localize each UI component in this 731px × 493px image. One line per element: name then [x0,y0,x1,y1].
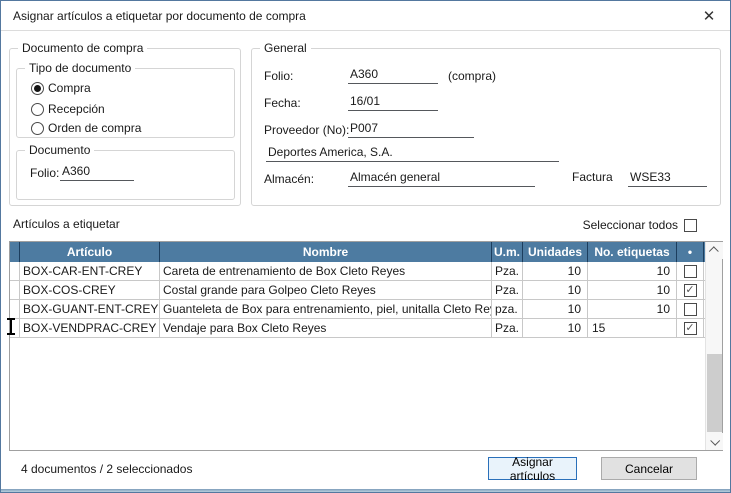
cell-etiquetas[interactable]: 10 [588,300,677,318]
cell-etiquetas[interactable]: 10 [588,281,677,299]
cell-articulo[interactable]: BOX-CAR-ENT-CREY [20,262,160,280]
cell-checkbox[interactable]: ✓ [677,319,704,337]
row-checkbox[interactable]: ✓ [684,322,697,335]
radio-label: Orden de compra [46,121,141,135]
articulos-section-label: Artículos a etiquetar [13,217,120,231]
header-row-selector [10,242,20,262]
group-general: General Folio: A360 (compra) Fecha: 16/0… [251,48,721,206]
close-icon[interactable]: ✕ [688,1,730,30]
cell-articulo[interactable]: BOX-GUANT-ENT-CREY [20,300,160,318]
row-checkbox[interactable] [684,303,697,316]
asignar-articulos-button[interactable]: Asignar artículos [488,457,577,480]
scrollbar-thumb[interactable] [707,354,722,432]
group-tipo-de-documento: Tipo de documento Compra Recepción Orden… [16,68,235,138]
radio-button-icon[interactable] [31,103,44,116]
group-legend: Documento [25,143,94,157]
row-checkbox[interactable] [684,265,697,278]
scroll-down-icon[interactable] [706,433,723,450]
cell-unidades[interactable]: 10 [523,300,588,318]
radio-compra[interactable]: Compra [31,81,91,95]
table-row[interactable]: BOX-COS-CREY Costal grande para Golpeo C… [10,281,722,300]
table-body: BOX-CAR-ENT-CREY Careta de entrenamiento… [10,262,722,338]
row-selector-cell[interactable] [10,281,20,299]
cell-etiquetas[interactable]: 15 [588,319,677,337]
select-all-label: Seleccionar todos [583,218,678,232]
cell-articulo[interactable]: BOX-VENDPRAC-CREY [20,319,160,337]
cell-checkbox[interactable] [677,262,704,280]
articulos-table: Artículo Nombre U.m. Unidades No. etique… [9,241,723,451]
cell-nombre[interactable]: Vendaje para Box Cleto Reyes [160,319,492,337]
group-legend: Documento de compra [18,41,147,55]
proveedor-label: Proveedor (No): [264,123,349,137]
group-documento-de-compra: Documento de compra Tipo de documento Co… [9,48,241,206]
cell-um[interactable]: pza. [492,300,523,318]
cell-um[interactable]: Pza. [492,319,523,337]
fecha-input[interactable]: 16/01 [348,94,438,111]
window-border-accent [1,489,730,492]
radio-recepcion[interactable]: Recepción [31,102,105,116]
vertical-scrollbar[interactable] [705,242,722,450]
cell-nombre[interactable]: Careta de entrenamiento de Box Cleto Rey… [160,262,492,280]
table-row[interactable]: BOX-VENDPRAC-CREY Vendaje para Box Cleto… [10,319,722,338]
group-legend: Tipo de documento [25,61,135,75]
header-nombre[interactable]: Nombre [160,242,492,262]
select-all-control[interactable]: Seleccionar todos [583,218,697,232]
cell-nombre[interactable]: Costal grande para Golpeo Cleto Reyes [160,281,492,299]
cell-um[interactable]: Pza. [492,262,523,280]
row-selector-cell[interactable] [10,300,20,318]
proveedor-input[interactable]: P007 [348,121,474,138]
general-folio-input[interactable]: A360 [348,67,438,84]
cell-um[interactable]: Pza. [492,281,523,299]
group-documento: Documento Folio: A360 Localizar [16,150,235,200]
dialog-title: Asignar artículos a etiquetar por docume… [13,9,306,23]
radio-button-icon[interactable] [31,82,44,95]
cell-checkbox[interactable]: ✓ [677,281,704,299]
scroll-up-icon[interactable] [706,242,723,259]
dialog-window: Asignar artículos a etiquetar por docume… [0,0,731,493]
factura-input[interactable]: WSE33 [628,170,707,187]
cell-etiquetas[interactable]: 10 [588,262,677,280]
cell-articulo[interactable]: BOX-COS-CREY [20,281,160,299]
fecha-label: Fecha: [264,96,301,110]
row-selector-cell[interactable] [10,262,20,280]
cell-checkbox[interactable] [677,300,704,318]
status-text: 4 documentos / 2 seleccionados [21,462,192,476]
radio-orden-de-compra[interactable]: Orden de compra [31,121,141,135]
folio-doc-input[interactable]: A360 [60,164,134,181]
almacen-label: Almacén: [264,172,314,186]
folio-label: Folio: [30,166,59,180]
factura-label: Factura [572,170,613,184]
select-all-checkbox[interactable] [684,219,697,232]
row-checkbox[interactable]: ✓ [684,284,697,297]
title-bar: Asignar artículos a etiquetar por docume… [1,1,730,31]
table-header: Artículo Nombre U.m. Unidades No. etique… [10,242,722,262]
general-folio-suffix: (compra) [448,69,496,83]
radio-label: Compra [46,81,91,95]
radio-label: Recepción [46,102,105,116]
header-bullet[interactable]: • [677,242,704,262]
almacen-input[interactable]: Almacén general [348,170,535,187]
cell-unidades[interactable]: 10 [523,281,588,299]
header-articulo[interactable]: Artículo [20,242,160,262]
group-legend: General [260,41,311,55]
cell-unidades[interactable]: 10 [523,319,588,337]
cancelar-button[interactable]: Cancelar [601,457,697,480]
header-unidades[interactable]: Unidades [523,242,588,262]
table-row[interactable]: BOX-CAR-ENT-CREY Careta de entrenamiento… [10,262,722,281]
header-no-etiquetas[interactable]: No. etiquetas [588,242,677,262]
cell-unidades[interactable]: 10 [523,262,588,280]
proveedor-nombre-field[interactable]: Deportes America, S.A. [266,145,559,162]
text-cursor-icon [10,319,12,334]
header-um[interactable]: U.m. [492,242,523,262]
general-folio-label: Folio: [264,69,293,83]
table-row[interactable]: BOX-GUANT-ENT-CREY Guanteleta de Box par… [10,300,722,319]
radio-button-icon[interactable] [31,122,44,135]
cell-nombre[interactable]: Guanteleta de Box para entrenamiento, pi… [160,300,492,318]
